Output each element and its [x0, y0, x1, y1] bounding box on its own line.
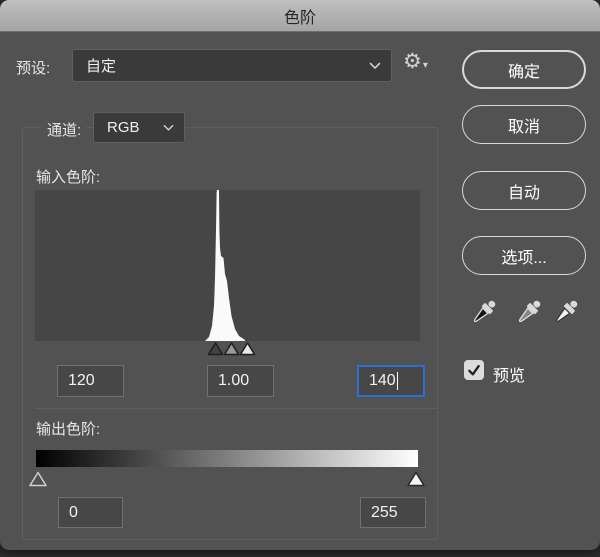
preset-dropdown[interactable]: 自定 — [72, 49, 392, 82]
input-midtone-field[interactable]: 1.00 — [207, 365, 274, 397]
input-shadow-value: 120 — [68, 372, 95, 390]
preset-label: 预设: — [16, 57, 50, 78]
input-highlight-slider[interactable] — [239, 341, 256, 357]
output-shadow-slider[interactable] — [28, 470, 48, 488]
cancel-button[interactable]: 取消 — [462, 105, 586, 144]
input-midtone-value: 1.00 — [218, 372, 249, 390]
black-point-eyedropper-icon[interactable] — [467, 294, 499, 332]
chevron-down-icon — [369, 62, 381, 70]
preset-value: 自定 — [73, 55, 369, 76]
input-shadow-field[interactable]: 120 — [57, 365, 124, 397]
histogram-spike — [35, 190, 420, 341]
preview-label: 预览 — [493, 362, 525, 386]
auto-button[interactable]: 自动 — [462, 171, 586, 210]
preview-checkbox[interactable] — [464, 360, 484, 380]
ok-button[interactable]: 确定 — [462, 50, 586, 89]
input-shadow-slider[interactable] — [207, 341, 224, 357]
channel-dropdown[interactable]: RGB — [93, 112, 185, 143]
channel-label: 通道: — [42, 119, 86, 140]
check-icon — [467, 363, 481, 377]
output-highlight-value: 255 — [371, 504, 398, 522]
output-gradient-bar — [36, 450, 418, 467]
input-midtone-slider[interactable] — [223, 341, 240, 357]
dialog-title: 色阶 — [284, 4, 316, 28]
gray-point-eyedropper-icon[interactable] — [512, 294, 544, 332]
input-levels-label: 输入色阶: — [36, 166, 100, 187]
input-highlight-field[interactable]: 140 — [357, 365, 425, 397]
output-highlight-field[interactable]: 255 — [360, 497, 426, 528]
dialog-titlebar[interactable]: 色阶 — [0, 0, 600, 32]
channel-value: RGB — [94, 119, 163, 136]
chevron-down-icon — [163, 124, 174, 132]
section-divider — [35, 408, 437, 409]
histogram[interactable] — [35, 190, 420, 341]
gear-caret-icon: ▾ — [423, 60, 428, 71]
white-point-eyedropper-icon[interactable] — [549, 294, 581, 332]
output-highlight-slider[interactable] — [406, 470, 426, 488]
options-button[interactable]: 选项... — [462, 236, 586, 275]
preset-options-button[interactable]: ⚙▾ — [403, 49, 428, 74]
output-shadow-value: 0 — [69, 504, 78, 522]
levels-dialog: 色阶 预设: 自定 ⚙▾ 确定 取消 自动 选项... 通道: RGB 输入色阶… — [0, 0, 600, 550]
input-highlight-value: 140 — [369, 372, 396, 390]
gear-icon: ⚙ — [403, 49, 422, 74]
output-levels-label: 输出色阶: — [36, 418, 100, 439]
text-cursor — [397, 372, 398, 390]
output-shadow-field[interactable]: 0 — [58, 497, 123, 528]
